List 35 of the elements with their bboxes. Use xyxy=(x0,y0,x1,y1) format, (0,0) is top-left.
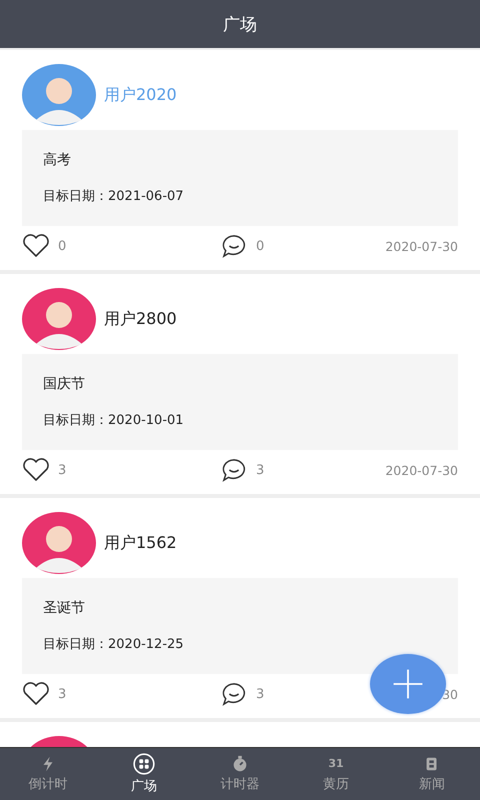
comment-icon[interactable] xyxy=(220,682,248,706)
like-count: 3 xyxy=(58,686,66,702)
user-name[interactable]: 用户2800 xyxy=(104,308,177,330)
event-title: 高考 xyxy=(43,151,72,169)
stopwatch-icon xyxy=(231,755,249,773)
target-date: 目标日期：2020-10-01 xyxy=(43,412,185,429)
comment-icon[interactable] xyxy=(220,234,248,258)
event-title: 圣诞节 xyxy=(43,599,86,617)
like-count: 3 xyxy=(58,462,66,478)
post-content[interactable]: 国庆节 目标日期：2020-10-01 xyxy=(22,354,458,450)
target-date: 目标日期：2021-06-07 xyxy=(43,188,185,205)
like-count: 0 xyxy=(58,238,66,254)
calendar-icon: 31 xyxy=(328,755,344,773)
heart-icon[interactable] xyxy=(22,458,50,482)
post-content[interactable]: 高考 目标日期：2021-06-07 xyxy=(22,130,458,226)
post-date: 2020-07-30 xyxy=(385,462,458,478)
heart-icon[interactable] xyxy=(22,234,50,258)
heart-icon[interactable] xyxy=(22,682,50,706)
nav-tab[interactable]: 倒计时 xyxy=(0,748,96,800)
nav-tab[interactable]: 广场 xyxy=(96,748,192,800)
grid-icon xyxy=(131,753,157,775)
post-date: 30 xyxy=(442,686,458,702)
user-name[interactable]: 用户1562 xyxy=(104,532,177,554)
comment-icon[interactable] xyxy=(220,458,248,482)
comment-count: 3 xyxy=(256,686,264,702)
nav-tab[interactable]: 计时器 xyxy=(192,748,288,800)
post-content[interactable]: 圣诞节 目标日期：2020-12-25 xyxy=(22,578,458,674)
event-title: 国庆节 xyxy=(43,375,86,393)
nav-tab[interactable]: 31 黄历 xyxy=(288,748,384,800)
post-date: 2020-07-30 xyxy=(385,238,458,254)
nav-tab[interactable]: 新闻 xyxy=(384,748,480,800)
target-date: 目标日期：2020-12-25 xyxy=(43,636,185,653)
comment-count: 3 xyxy=(256,462,264,478)
page-title: 广场 xyxy=(223,14,257,36)
comment-count: 0 xyxy=(256,238,264,254)
